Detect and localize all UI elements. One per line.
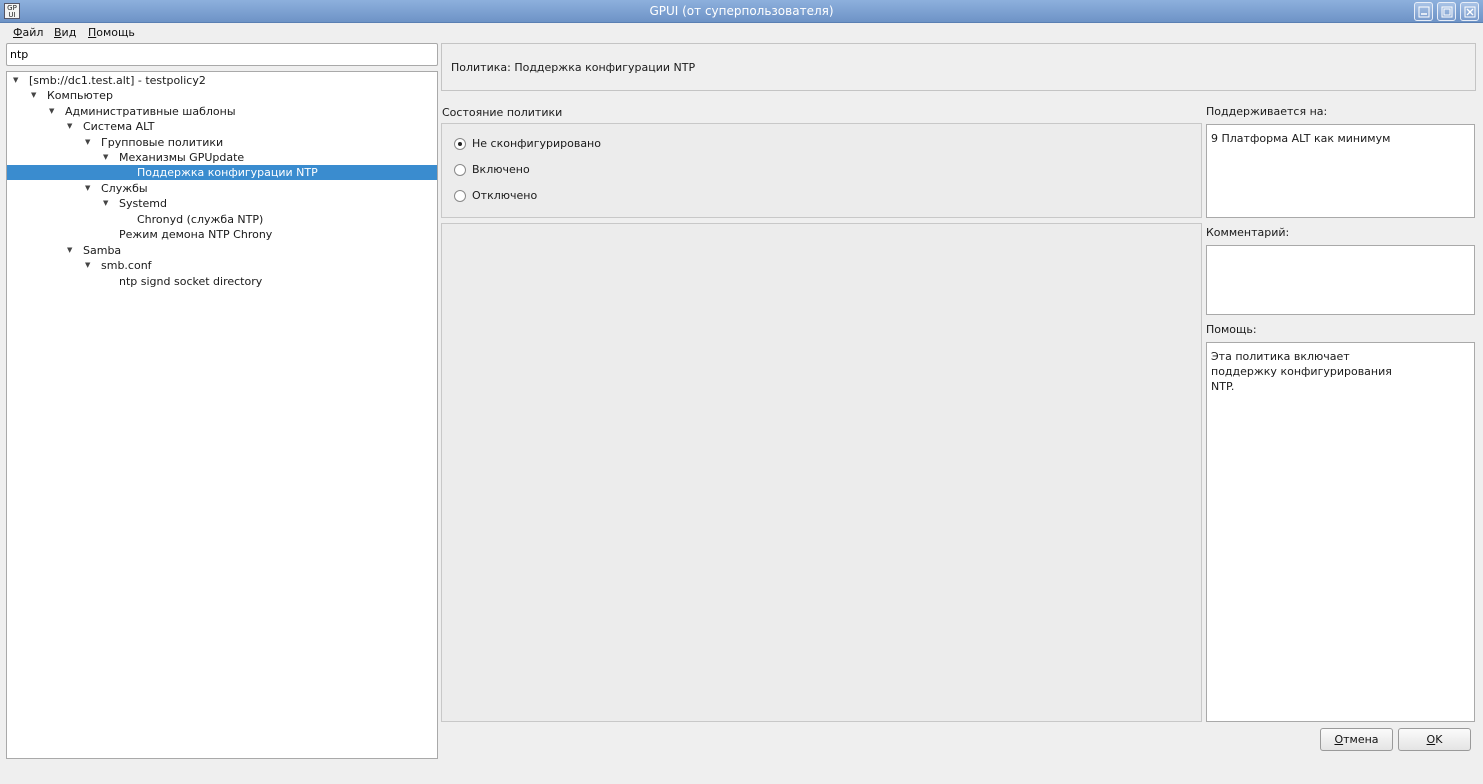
radio-label: Отключено [472,189,538,202]
tree-item-label: Механизмы GPUpdate [119,151,245,164]
tree-item-chrony-mode[interactable]: Режим демона NTP Chrony [7,227,437,242]
menu-file-label: айл [22,26,44,39]
tree-item-label: ntp signd socket directory [119,275,263,288]
cancel-label: тмена [1343,733,1379,746]
search-input[interactable] [6,43,438,66]
policy-header: Политика: Поддержка конфигурации NTP [441,43,1476,91]
tree-item-root[interactable]: ▼ [smb://dc1.test.alt] - testpolicy2 [7,73,437,88]
tree-item-admin-templates[interactable]: ▼ Административные шаблоны [7,104,437,119]
tree-item-systemd[interactable]: ▼ Systemd [7,196,437,211]
tree-item-label: Компьютер [47,89,113,102]
minimize-icon [1418,6,1430,18]
tree-item-label: Службы [101,182,148,195]
menu-bar: Файл Вид Помощь [0,23,1483,42]
comment-label: Комментарий: [1206,226,1290,239]
supported-on-value: 9 Платформа ALT как минимум [1211,132,1391,145]
close-icon [1464,6,1476,18]
tree-item-label: Административные шаблоны [65,105,236,118]
radio-checked-icon[interactable] [454,138,466,150]
policy-tree[interactable]: ▼ [smb://dc1.test.alt] - testpolicy2 ▼ К… [6,71,438,759]
policy-state-group: Не сконфигурировано Включено Отключено [441,123,1202,218]
help-field[interactable]: Эта политика включает поддержку конфигур… [1206,342,1475,722]
ok-label: K [1435,733,1443,746]
menu-view[interactable]: Вид [54,26,76,39]
expand-arrow-icon[interactable]: ▼ [13,73,21,88]
tree-item-smb-conf[interactable]: ▼ smb.conf [7,258,437,273]
policy-state-label: Состояние политики [442,106,563,119]
radio-unchecked-icon[interactable] [454,190,466,202]
menu-view-label: ид [61,26,77,39]
expand-arrow-icon[interactable]: ▼ [103,196,111,211]
cancel-button[interactable]: Отмена [1320,728,1393,751]
menu-help[interactable]: Помощь [88,26,135,39]
expand-arrow-icon[interactable]: ▼ [85,135,93,150]
tree-item-label: Групповые политики [101,136,224,149]
help-label: Помощь: [1206,323,1257,336]
expand-arrow-icon[interactable]: ▼ [31,88,39,103]
tree-item-ntp-signd[interactable]: ntp signd socket directory [7,274,437,289]
expand-arrow-icon[interactable]: ▼ [85,258,93,273]
menu-file[interactable]: Файл [13,26,43,39]
ok-accel: O [1426,733,1436,746]
comment-field[interactable] [1206,245,1475,315]
title-bar[interactable]: GP UI GPUI (от суперпользователя) [0,0,1483,23]
expand-arrow-icon[interactable]: ▼ [67,243,75,258]
maximize-button[interactable] [1437,2,1456,21]
tree-item-gpupdate[interactable]: ▼ Механизмы GPUpdate [7,150,437,165]
tree-item-group-policies[interactable]: ▼ Групповые политики [7,135,437,150]
close-button[interactable] [1460,2,1479,21]
tree-item-label: Система ALT [83,120,155,133]
tree-item-label: Chronyd (служба NTP) [137,213,264,226]
menu-help-label: омощь [96,26,135,39]
policy-options-panel [441,223,1202,722]
menu-view-accel: В [54,26,62,39]
tree-item-label: Поддержка конфигурации NTP [137,166,318,179]
supported-on-label: Поддерживается на: [1206,105,1328,118]
tree-item-label: Режим демона NTP Chrony [119,228,273,241]
expand-arrow-icon[interactable]: ▼ [85,181,93,196]
help-value: Эта политика включает поддержку конфигур… [1211,350,1392,393]
cancel-accel: О [1334,733,1344,746]
radio-label: Включено [472,163,530,176]
supported-on-field[interactable]: 9 Платформа ALT как минимум [1206,124,1475,218]
expand-arrow-icon[interactable]: ▼ [67,119,75,134]
window-title: GPUI (от суперпользователя) [649,4,834,18]
tree-item-ntp-support[interactable]: Поддержка конфигурации NTP [7,165,437,180]
tree-item-label: smb.conf [101,259,152,272]
tree-item-system-alt[interactable]: ▼ Система ALT [7,119,437,134]
tree-item-computer[interactable]: ▼ Компьютер [7,88,437,103]
tree-item-chronyd[interactable]: Chronyd (служба NTP) [7,212,437,227]
radio-unchecked-icon[interactable] [454,164,466,176]
tree-item-label: Samba [83,244,122,257]
minimize-button[interactable] [1414,2,1433,21]
tree-item-label: Systemd [119,197,168,210]
tree-item-label: [smb://dc1.test.alt] - testpolicy2 [29,74,206,87]
policy-title: Политика: Поддержка конфигурации NTP [451,61,696,74]
expand-arrow-icon[interactable]: ▼ [49,104,57,119]
expand-arrow-icon[interactable]: ▼ [103,150,111,165]
tree-item-services[interactable]: ▼ Службы [7,181,437,196]
radio-label: Не сконфигурировано [472,137,601,150]
ok-button[interactable]: OK [1398,728,1471,751]
maximize-icon [1441,6,1453,18]
tree-item-samba[interactable]: ▼ Samba [7,243,437,258]
